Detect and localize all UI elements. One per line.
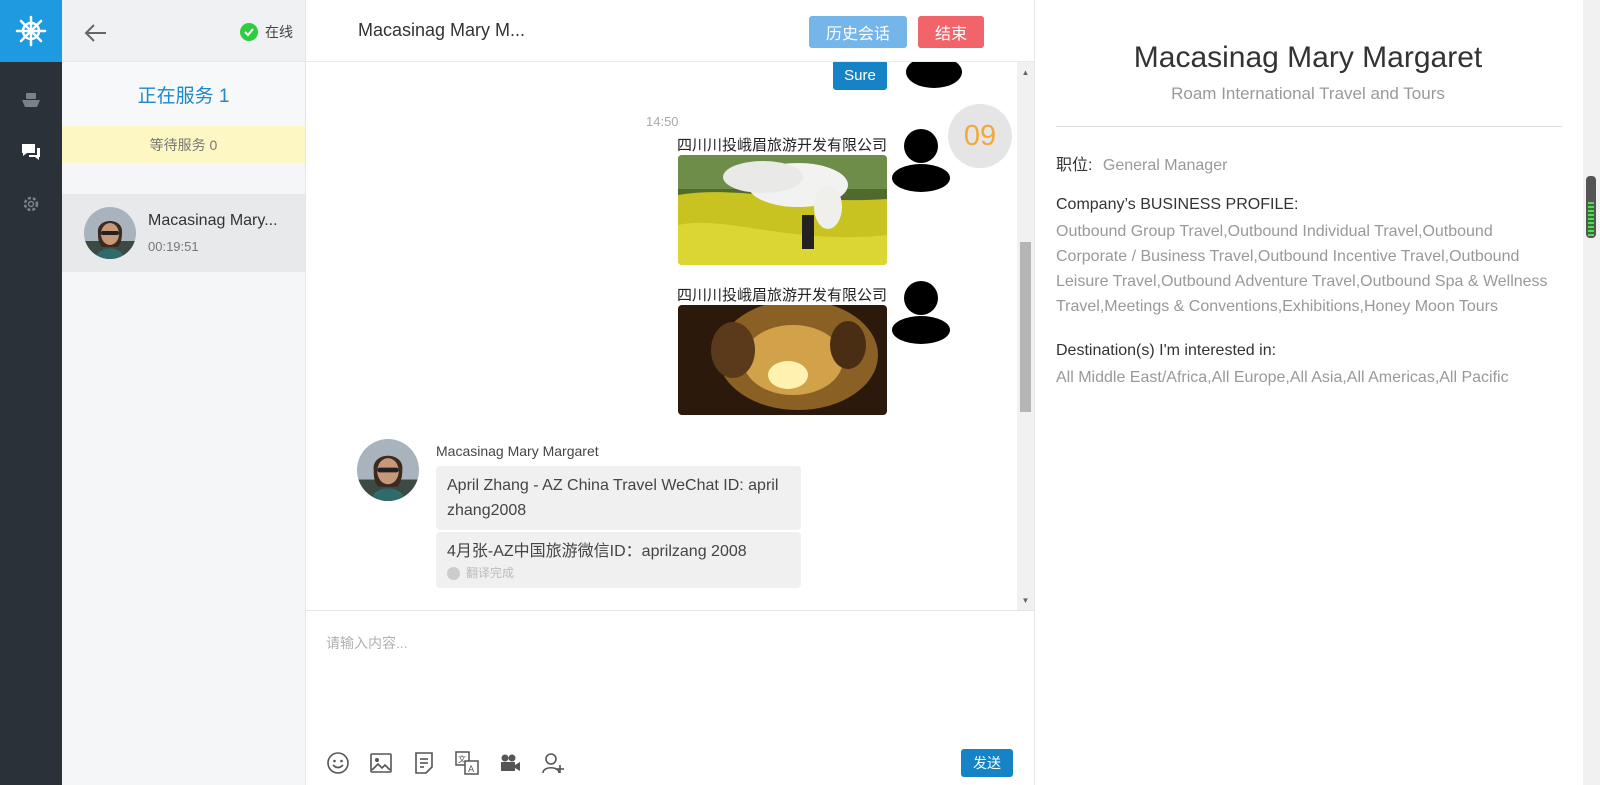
sure-reply-button[interactable]: Sure xyxy=(833,62,887,90)
destinations-value: All Middle East/Africa,All Europe,All As… xyxy=(1056,369,1509,386)
check-circle-icon xyxy=(240,23,258,41)
position-value: General Manager xyxy=(1102,157,1228,174)
gear-icon[interactable] xyxy=(0,180,62,228)
page-scroll-thumb[interactable] xyxy=(1586,176,1596,238)
profile-panel: Macasinag Mary Margaret Roam Internation… xyxy=(1034,0,1580,785)
message-list[interactable]: Sure 14:50 09 四川川投峨眉旅游开发有限公司 四川川投峨眉旅游开发有… xyxy=(306,62,1034,610)
chat-header: Macasinag Mary M... 历史会话 结束 xyxy=(306,0,1034,62)
image-message[interactable] xyxy=(678,155,887,265)
incoming-message-bubble[interactable]: April Zhang - AZ China Travel WeChat ID:… xyxy=(436,466,801,530)
incoming-message-text: April Zhang - AZ China Travel WeChat ID:… xyxy=(447,477,779,519)
avatar xyxy=(357,439,419,501)
boat-icon[interactable] xyxy=(0,76,62,124)
scroll-up-icon[interactable]: ▲ xyxy=(1017,64,1034,80)
ship-wheel-icon[interactable] xyxy=(0,0,62,62)
destinations-label: Destination(s) I'm interested in: xyxy=(1056,342,1277,359)
business-profile-label: Company’s BUSINESS PROFILE: xyxy=(1056,196,1299,213)
translation-text: 4月张-AZ中国旅游微信ID：aprilzang 2008 xyxy=(447,543,747,560)
app-window: 在线 正在服务 1 等待服务 0 Macasinag Mary... 00:19… xyxy=(0,0,1600,785)
session-name: Macasinag Mary... xyxy=(148,212,278,229)
image-icon[interactable] xyxy=(369,751,393,775)
end-button[interactable]: 结束 xyxy=(918,16,984,48)
composer: A文 发送 xyxy=(306,610,1034,785)
translation-bubble[interactable]: 4月张-AZ中国旅游微信ID：aprilzang 2008 翻译完成 xyxy=(436,532,801,588)
position-label: 职位: xyxy=(1056,157,1093,174)
profile-name: Macasinag Mary Margaret xyxy=(1133,41,1483,74)
agent-avatar-icon xyxy=(891,128,951,192)
side-rail xyxy=(0,0,62,785)
business-profile-value: Outbound Group Travel,Outbound Individua… xyxy=(1056,223,1548,315)
agent-avatar-icon xyxy=(891,280,951,344)
serving-tab[interactable]: 正在服务 1 xyxy=(62,62,305,126)
send-button[interactable]: 发送 xyxy=(961,749,1013,777)
message-scrollbar[interactable]: ▲ ▼ xyxy=(1017,62,1034,610)
scroll-grip xyxy=(1588,202,1594,236)
video-icon[interactable] xyxy=(498,751,522,775)
avatar xyxy=(84,207,136,259)
message-input[interactable] xyxy=(326,635,1006,651)
profile-divider xyxy=(1056,126,1562,127)
session-panel: 在线 正在服务 1 等待服务 0 Macasinag Mary... 00:19… xyxy=(62,0,306,785)
composer-toolbar: A文 xyxy=(326,751,584,775)
unread-badge: 09 xyxy=(948,104,1012,168)
translate-icon[interactable]: A文 xyxy=(455,751,479,775)
online-status-label: 在线 xyxy=(265,24,293,40)
chat-bubbles-icon[interactable] xyxy=(0,128,62,176)
svg-text:文: 文 xyxy=(458,754,466,764)
session-list-item[interactable]: Macasinag Mary... 00:19:51 xyxy=(62,194,305,272)
incoming-sender-name: Macasinag Mary Margaret xyxy=(436,443,599,459)
position-row: 职位: General Manager xyxy=(1056,151,1227,175)
message-timestamp: 14:50 xyxy=(646,114,679,129)
agent-avatar-icon xyxy=(904,62,964,98)
online-status[interactable]: 在线 xyxy=(240,22,293,42)
history-button[interactable]: 历史会话 xyxy=(809,16,907,48)
waiting-tab[interactable]: 等待服务 0 xyxy=(62,126,305,163)
outgoing-sender-label: 四川川投峨眉旅游开发有限公司 xyxy=(676,137,887,154)
chat-panel: Macasinag Mary M... 历史会话 结束 Sure 14:50 0… xyxy=(306,0,1034,785)
add-user-icon[interactable] xyxy=(541,751,565,775)
scroll-down-icon[interactable]: ▼ xyxy=(1017,592,1034,608)
svg-text:A: A xyxy=(468,765,475,775)
message-scroll-thumb[interactable] xyxy=(1020,242,1031,412)
session-panel-header: 在线 xyxy=(62,0,305,62)
profile-company: Roam International Travel and Tours xyxy=(1171,84,1445,103)
session-duration: 00:19:51 xyxy=(148,239,199,254)
outgoing-sender-label: 四川川投峨眉旅游开发有限公司 xyxy=(676,287,887,304)
image-message[interactable] xyxy=(678,305,887,415)
translated-status-label: 翻译完成 xyxy=(466,566,515,580)
back-arrow-icon[interactable] xyxy=(82,19,110,47)
page-scrollbar[interactable] xyxy=(1583,0,1600,785)
translated-status: 翻译完成 xyxy=(447,565,790,581)
chat-title: Macasinag Mary M... xyxy=(358,20,526,40)
quick-reply-icon[interactable] xyxy=(412,751,436,775)
emoji-icon[interactable] xyxy=(326,751,350,775)
check-circle-icon xyxy=(447,566,460,580)
